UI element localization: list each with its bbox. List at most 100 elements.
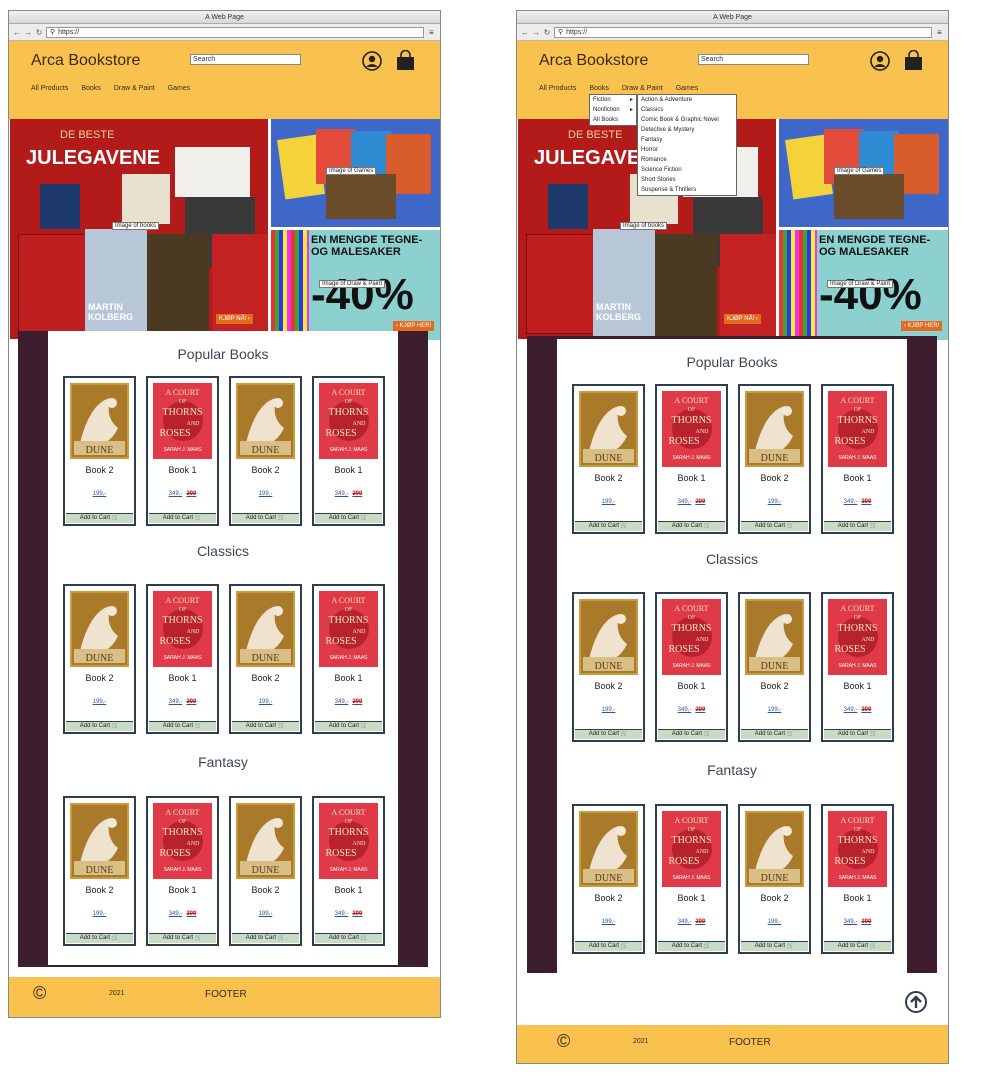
product-title[interactable]: Book 2 bbox=[574, 681, 643, 691]
games-banner-image[interactable]: Image of Games bbox=[779, 119, 948, 227]
add-to-cart-button[interactable]: Add to Cart 🛒 bbox=[741, 941, 808, 951]
product-card[interactable]: DUNE Book 2 199,- Add to Cart 🛒 bbox=[63, 796, 136, 946]
dropdown-item-fiction[interactable]: Fiction ▸ bbox=[590, 95, 636, 105]
product-card[interactable]: A COURT OF THORNS AND ROSES SARAH J. MAAS Book… bbox=[146, 584, 219, 734]
add-to-cart-button[interactable]: Add to Cart 🛒 bbox=[66, 933, 133, 943]
book-cover-image[interactable]: A COURT OF THORNS AND ROSES SARAH J. MAAS bbox=[153, 383, 212, 459]
product-title[interactable]: Book 2 bbox=[65, 673, 134, 683]
nav-books[interactable]: Books bbox=[81, 85, 100, 92]
book-cover-image[interactable]: DUNE bbox=[745, 599, 804, 675]
product-card[interactable]: DUNE Book 2 199,- Add to Cart 🛒 bbox=[63, 584, 136, 734]
add-to-cart-button[interactable]: Add to Cart 🛒 bbox=[824, 521, 891, 531]
reload-icon[interactable]: ↻ bbox=[543, 28, 551, 37]
banner-books-cta[interactable]: KJØP NÅ! › bbox=[216, 314, 253, 324]
product-card[interactable]: A COURT OF THORNS AND ROSES SARAH J. MAAS Book… bbox=[655, 592, 728, 742]
add-to-cart-button[interactable]: Add to Cart 🛒 bbox=[575, 521, 642, 531]
product-card[interactable]: DUNE Book 2 199,- Add to Cart 🛒 bbox=[738, 384, 811, 534]
product-title[interactable]: Book 1 bbox=[823, 893, 892, 903]
product-title[interactable]: Book 1 bbox=[657, 681, 726, 691]
book-cover-image[interactable]: A COURT OF THORNS AND ROSES SARAH J. MAAS bbox=[153, 803, 212, 879]
book-cover-image[interactable]: DUNE bbox=[70, 383, 129, 459]
search-input[interactable]: Search bbox=[190, 54, 301, 65]
user-circle-icon[interactable] bbox=[870, 51, 890, 71]
book-cover-image[interactable]: DUNE bbox=[745, 391, 804, 467]
book-cover-image[interactable]: DUNE bbox=[579, 599, 638, 675]
product-card[interactable]: A COURT OF THORNS AND ROSES SARAH J. MAAS Book… bbox=[655, 804, 728, 954]
nav-all-products[interactable]: All Products bbox=[539, 85, 576, 92]
product-card[interactable]: DUNE Book 2 199,- Add to Cart 🛒 bbox=[229, 584, 302, 734]
submenu-item[interactable]: Horror bbox=[638, 145, 736, 155]
add-to-cart-button[interactable]: Add to Cart 🛒 bbox=[824, 941, 891, 951]
games-banner-image[interactable]: Image of Games bbox=[271, 119, 440, 227]
book-cover-image[interactable]: A COURT OF THORNS AND ROSES SARAH J. MAAS bbox=[662, 391, 721, 467]
book-cover-image[interactable]: A COURT OF THORNS AND ROSES SARAH J. MAAS bbox=[153, 591, 212, 667]
product-title[interactable]: Book 2 bbox=[740, 473, 809, 483]
add-to-cart-button[interactable]: Add to Cart 🛒 bbox=[66, 721, 133, 731]
add-to-cart-button[interactable]: Add to Cart 🛒 bbox=[658, 521, 725, 531]
nav-all-products[interactable]: All Products bbox=[31, 85, 68, 92]
product-title[interactable]: Book 1 bbox=[823, 681, 892, 691]
product-card[interactable]: A COURT OF THORNS AND ROSES SARAH J. MAAS Book… bbox=[655, 384, 728, 534]
add-to-cart-button[interactable]: Add to Cart 🛒 bbox=[149, 721, 216, 731]
banner-books-cta[interactable]: KJØP NÅ! › bbox=[724, 314, 761, 324]
book-cover-image[interactable]: A COURT OF THORNS AND ROSES SARAH J. MAAS bbox=[319, 383, 378, 459]
submenu-item[interactable]: Action & Adventure bbox=[638, 95, 736, 105]
product-title[interactable]: Book 1 bbox=[314, 885, 383, 895]
book-cover-image[interactable]: A COURT OF THORNS AND ROSES SARAH J. MAAS bbox=[828, 599, 887, 675]
product-card[interactable]: A COURT OF THORNS AND ROSES SARAH J. MAAS Book… bbox=[821, 592, 894, 742]
product-title[interactable]: Book 2 bbox=[231, 885, 300, 895]
draw-banner-image[interactable]: EN MENGDE TEGNE- OG MALESAKER -40% › KJØ… bbox=[271, 230, 440, 340]
submenu-item[interactable]: Romance bbox=[638, 155, 736, 165]
product-card[interactable]: DUNE Book 2 199,- Add to Cart 🛒 bbox=[229, 376, 302, 526]
back-icon[interactable]: ← bbox=[521, 28, 529, 37]
address-field[interactable]: ⚲ https:// bbox=[46, 26, 424, 38]
add-to-cart-button[interactable]: Add to Cart 🛒 bbox=[315, 513, 382, 523]
submenu-item[interactable]: Fantasy bbox=[638, 135, 736, 145]
product-card[interactable]: A COURT OF THORNS AND ROSES SARAH J. MAAS Book… bbox=[312, 796, 385, 946]
product-card[interactable]: A COURT OF THORNS AND ROSES SARAH J. MAAS Book… bbox=[312, 584, 385, 734]
product-title[interactable]: Book 2 bbox=[574, 473, 643, 483]
product-title[interactable]: Book 1 bbox=[148, 673, 217, 683]
add-to-cart-button[interactable]: Add to Cart 🛒 bbox=[824, 729, 891, 739]
site-logo[interactable]: Arca Bookstore bbox=[31, 52, 140, 70]
book-cover-image[interactable]: DUNE bbox=[579, 391, 638, 467]
draw-cta[interactable]: › KJØP HER! bbox=[393, 321, 435, 331]
nav-books[interactable]: Books bbox=[589, 85, 608, 92]
add-to-cart-button[interactable]: Add to Cart 🛒 bbox=[315, 933, 382, 943]
add-to-cart-button[interactable]: Add to Cart 🛒 bbox=[658, 729, 725, 739]
menu-icon[interactable]: ≡ bbox=[935, 28, 944, 37]
product-title[interactable]: Book 2 bbox=[65, 885, 134, 895]
menu-icon[interactable]: ≡ bbox=[427, 28, 436, 37]
shopping-bag-icon[interactable] bbox=[395, 50, 416, 71]
reload-icon[interactable]: ↻ bbox=[35, 28, 43, 37]
product-title[interactable]: Book 2 bbox=[740, 893, 809, 903]
books-banner-image[interactable]: DE BESTE JULEGAVENE MARTIN KOLBERG KJØP … bbox=[10, 119, 268, 339]
add-to-cart-button[interactable]: Add to Cart 🛒 bbox=[232, 933, 299, 943]
book-cover-image[interactable]: A COURT OF THORNS AND ROSES SARAH J. MAAS bbox=[319, 803, 378, 879]
back-icon[interactable]: ← bbox=[13, 28, 21, 37]
add-to-cart-button[interactable]: Add to Cart 🛒 bbox=[232, 513, 299, 523]
add-to-cart-button[interactable]: Add to Cart 🛒 bbox=[232, 721, 299, 731]
add-to-cart-button[interactable]: Add to Cart 🛒 bbox=[575, 941, 642, 951]
user-circle-icon[interactable] bbox=[362, 51, 382, 71]
product-title[interactable]: Book 2 bbox=[231, 673, 300, 683]
shopping-bag-icon[interactable] bbox=[903, 50, 924, 71]
product-card[interactable]: DUNE Book 2 199,- Add to Cart 🛒 bbox=[572, 592, 645, 742]
nav-draw-paint[interactable]: Draw & Paint bbox=[114, 85, 155, 92]
submenu-item[interactable]: Suspense & Thrillers bbox=[638, 185, 736, 195]
product-card[interactable]: DUNE Book 2 199,- Add to Cart 🛒 bbox=[229, 796, 302, 946]
product-title[interactable]: Book 1 bbox=[823, 473, 892, 483]
nav-games[interactable]: Games bbox=[676, 85, 699, 92]
product-title[interactable]: Book 1 bbox=[657, 473, 726, 483]
product-title[interactable]: Book 2 bbox=[574, 893, 643, 903]
product-title[interactable]: Book 2 bbox=[65, 465, 134, 475]
product-title[interactable]: Book 2 bbox=[231, 465, 300, 475]
submenu-item[interactable]: Short Stories bbox=[638, 175, 736, 185]
product-title[interactable]: Book 1 bbox=[657, 893, 726, 903]
product-title[interactable]: Book 1 bbox=[314, 673, 383, 683]
add-to-cart-button[interactable]: Add to Cart 🛒 bbox=[658, 941, 725, 951]
product-title[interactable]: Book 1 bbox=[148, 885, 217, 895]
dropdown-item-all-books[interactable]: All Books bbox=[590, 115, 636, 125]
book-cover-image[interactable]: DUNE bbox=[236, 803, 295, 879]
submenu-item[interactable]: Science Fiction bbox=[638, 165, 736, 175]
